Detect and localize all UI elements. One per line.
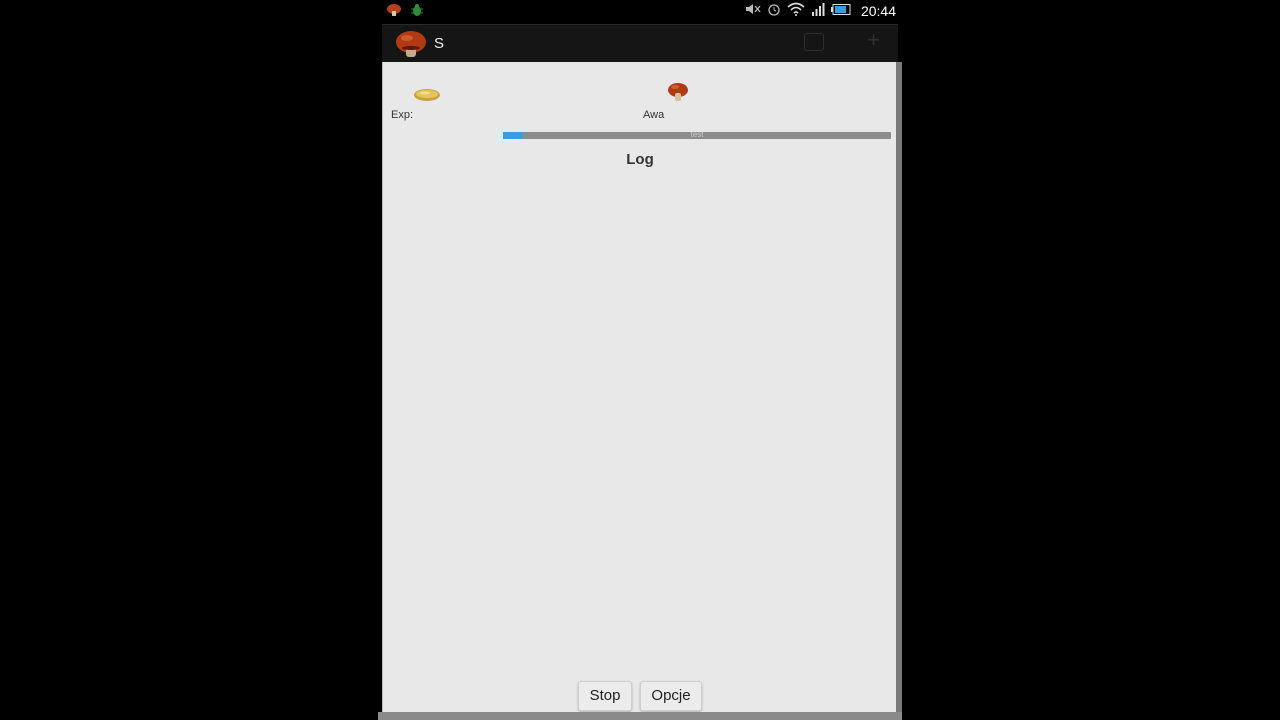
progress-bar: test <box>503 130 891 139</box>
battery-icon <box>830 3 851 19</box>
awa-label: Awa <box>643 109 665 121</box>
coin-icon <box>414 89 440 101</box>
log-title: Log <box>626 151 654 168</box>
main-content: Exp: Awa test Log Stop Opcje <box>382 62 897 712</box>
exp-label: Exp: <box>391 109 414 121</box>
alarm-icon <box>767 3 781 20</box>
ghost-overlay-plus: + <box>867 27 880 52</box>
options-button[interactable]: Opcje <box>640 681 702 711</box>
mute-icon <box>745 3 761 19</box>
phone-screen: 20:44 + S Exp: Awa test Log Stop Opcje <box>378 0 902 720</box>
app-title: S <box>434 35 445 52</box>
wifi-icon <box>787 2 805 20</box>
status-bar: 20:44 <box>378 0 902 22</box>
stop-button[interactable]: Stop <box>578 681 632 711</box>
mushroom-icon <box>668 83 688 101</box>
scroll-edge <box>896 62 902 712</box>
ghost-overlay-icon <box>804 33 824 51</box>
mushroom-icon[interactable] <box>394 29 428 59</box>
action-bar: + S <box>382 24 898 63</box>
bug-notification-icon <box>410 3 424 22</box>
signal-icon <box>811 2 825 20</box>
progress-label: test <box>690 130 704 139</box>
clock: 20:44 <box>860 3 896 19</box>
mushroom-notification-icon <box>386 3 402 22</box>
bottom-strip <box>378 712 902 720</box>
